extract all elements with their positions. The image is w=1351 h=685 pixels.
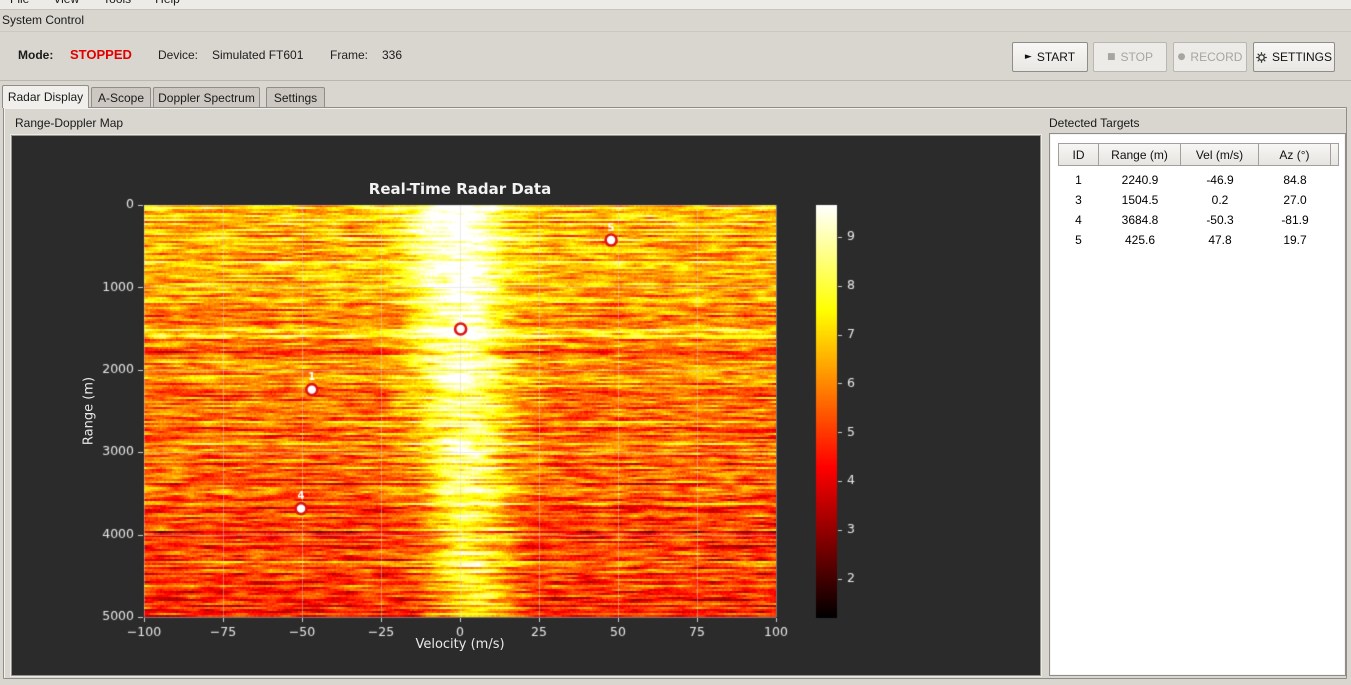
tab-radar-display[interactable]: Radar Display (2, 85, 89, 108)
detected-targets-panel: ID Range (m) Vel (m/s) Az (°) 1 2240.9 -46… (1049, 133, 1346, 676)
system-control-label: System Control (2, 13, 85, 27)
y-axis-label: Range (m) (81, 376, 97, 446)
table-cell: 425.6 (1124, 233, 1156, 247)
device-value: Simulated FT601 (212, 48, 304, 62)
column-header-vel[interactable]: Vel (m/s) (1181, 143, 1259, 166)
chart-title: Real-Time Radar Data (368, 180, 552, 198)
table-row[interactable]: 5 425.6 47.8 19.7 (1058, 230, 1339, 250)
start-button[interactable]: ► START (1012, 42, 1088, 72)
table-cell: 47.8 (1208, 233, 1232, 247)
table-cell: 1 (1075, 173, 1082, 187)
targets-table-body: 1 2240.9 -46.9 84.8 3 1504.5 0.2 27.0 4 3684.8 -50… (1058, 166, 1339, 250)
table-cell: 19.7 (1283, 233, 1307, 247)
table-cell: 0.2 (1211, 193, 1229, 207)
mode-value: STOPPED (70, 47, 132, 62)
range-doppler-map-label: Range-Doppler Map (15, 116, 124, 130)
table-cell: 2240.9 (1121, 173, 1159, 187)
stop-button[interactable]: ■ STOP (1093, 42, 1167, 72)
gear-icon (1256, 51, 1267, 63)
column-header-range[interactable]: Range (m) (1099, 143, 1181, 166)
frame-label: Frame: (330, 48, 369, 62)
table-cell: -50.3 (1206, 213, 1234, 227)
table-row[interactable]: 3 1504.5 0.2 27.0 (1058, 190, 1339, 210)
menu-tools[interactable]: Tools (103, 0, 131, 8)
table-cell: -46.9 (1206, 173, 1234, 187)
settings-button[interactable]: SETTINGS (1253, 42, 1335, 72)
radar-display-tab-page: Range-Doppler Map Real-Time Radar Data V… (3, 107, 1347, 679)
record-button[interactable]: ● RECORD (1173, 42, 1247, 72)
x-axis-label: Velocity (m/s) (415, 637, 505, 652)
device-label: Device: (158, 48, 199, 62)
range-doppler-plot-panel: Real-Time Radar Data Velocity (m/s) Rang… (11, 135, 1041, 676)
range-doppler-heatmap[interactable] (12, 136, 1040, 675)
table-cell: 3 (1075, 193, 1082, 207)
table-cell: 4 (1075, 213, 1082, 227)
table-cell: -81.9 (1281, 213, 1309, 227)
table-cell: 1504.5 (1121, 193, 1159, 207)
table-cell: 3684.8 (1121, 213, 1159, 227)
table-row[interactable]: 4 3684.8 -50.3 -81.9 (1058, 210, 1339, 230)
targets-table: ID Range (m) Vel (m/s) Az (°) 1 2240.9 -46… (1058, 143, 1339, 250)
tab-a-scope[interactable]: A-Scope (91, 87, 151, 108)
table-cell: 27.0 (1283, 193, 1307, 207)
frame-value: 336 (382, 48, 403, 62)
table-cell: 5 (1075, 233, 1082, 247)
menu-help[interactable]: Help (155, 0, 180, 8)
menu-file[interactable]: File (10, 0, 29, 8)
stop-icon: ■ (1107, 51, 1116, 62)
play-icon: ► (1024, 51, 1032, 62)
tab-doppler-spectrum[interactable]: Doppler Spectrum (153, 87, 260, 108)
table-row[interactable]: 1 2240.9 -46.9 84.8 (1058, 170, 1339, 190)
table-cell: 84.8 (1283, 173, 1307, 187)
record-icon: ● (1177, 51, 1186, 62)
system-control-bar: Mode: STOPPED Device: Simulated FT601 Fr… (0, 31, 1351, 81)
column-header-filler (1331, 143, 1339, 166)
menu-bar: File View Tools Help (0, 0, 1351, 10)
mode-label: Mode: (18, 48, 54, 62)
menu-view[interactable]: View (53, 0, 79, 8)
targets-table-header: ID Range (m) Vel (m/s) Az (°) (1058, 143, 1339, 166)
column-header-id[interactable]: ID (1058, 143, 1099, 166)
column-header-az[interactable]: Az (°) (1259, 143, 1331, 166)
detected-targets-label: Detected Targets (1049, 116, 1140, 130)
tab-settings[interactable]: Settings (266, 87, 325, 108)
